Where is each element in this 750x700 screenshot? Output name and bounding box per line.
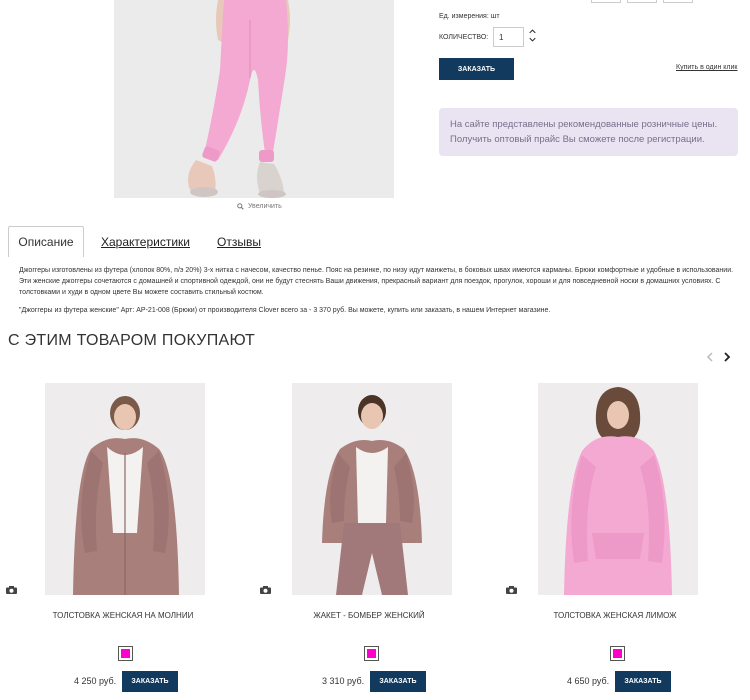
color-swatch[interactable] xyxy=(118,646,133,661)
description-text: Джоггеры изготовлены из футера (хлопок 8… xyxy=(19,267,734,296)
size-option[interactable] xyxy=(663,0,693,3)
size-option[interactable] xyxy=(591,0,621,3)
swatch-fill xyxy=(367,649,376,658)
product-card-name[interactable]: ТОЛСТОВКА ЖЕНСКАЯ ЛИМОЖ xyxy=(500,611,730,620)
product-card: ТОЛСТОВКА ЖЕНСКАЯ НА МОЛНИИ 4 250 руб. З… xyxy=(6,383,238,700)
product-card: ЖАКЕТ - БОМБЕР ЖЕНСКИЙ 3 310 руб. ЗАКАЗА… xyxy=(254,383,484,700)
product-card-price: 4 250 руб. xyxy=(74,676,117,686)
order-button[interactable]: ЗАКАЗАТЬ xyxy=(439,58,514,80)
product-photo-illustration xyxy=(114,0,394,198)
product-card: ТОЛСТОВКА ЖЕНСКАЯ ЛИМОЖ 4 650 руб. ЗАКАЗ… xyxy=(500,383,730,700)
product-card-name[interactable]: ЖАКЕТ - БОМБЕР ЖЕНСКИЙ xyxy=(254,611,484,620)
chevron-right-icon xyxy=(724,352,731,362)
card-photo-illustration xyxy=(45,383,205,595)
size-option[interactable] xyxy=(627,0,657,3)
camera-icon xyxy=(6,586,17,594)
card-photo-illustration xyxy=(292,383,452,595)
tab-characteristics[interactable]: Характеристики xyxy=(101,226,190,257)
carousel-next-button[interactable] xyxy=(723,352,731,362)
product-card-photo[interactable] xyxy=(538,383,698,595)
product-card-price: 4 650 руб. xyxy=(567,676,610,686)
product-tabs: Описание Характеристики Отзывы xyxy=(8,226,261,257)
unit-of-measure: Ед. измерения: шт xyxy=(439,13,500,20)
product-card-photo[interactable] xyxy=(45,383,205,595)
zoom-label: Увеличить xyxy=(248,203,282,210)
carousel-prev-button[interactable] xyxy=(706,352,714,362)
quantity-input[interactable]: 1 xyxy=(493,27,524,47)
camera-icon xyxy=(260,586,271,594)
price-notice: На сайте представлены рекомендованные ро… xyxy=(439,108,738,156)
magnifier-icon xyxy=(237,203,244,210)
product-card-name[interactable]: ТОЛСТОВКА ЖЕНСКАЯ НА МОЛНИИ xyxy=(8,611,238,620)
card-order-button[interactable]: ЗАКАЗАТЬ xyxy=(122,671,178,692)
color-swatch[interactable] xyxy=(610,646,625,661)
chevron-up-icon[interactable] xyxy=(529,29,536,34)
product-main-photo[interactable] xyxy=(114,0,394,198)
zoom-link[interactable]: Увеличить xyxy=(237,203,282,210)
unit-value: шт xyxy=(490,13,500,20)
chevron-down-icon[interactable] xyxy=(529,37,536,42)
unit-label: Ед. измерения: xyxy=(439,13,489,20)
product-card-price: 3 310 руб. xyxy=(322,676,365,686)
card-order-button[interactable]: ЗАКАЗАТЬ xyxy=(615,671,671,692)
size-options xyxy=(591,0,693,3)
card-photo-illustration xyxy=(538,383,698,595)
product-card-photo[interactable] xyxy=(292,383,452,595)
quantity-label: КОЛИЧЕСТВО: xyxy=(439,34,489,41)
notice-line: Получить оптовый прайс Вы сможете после … xyxy=(450,134,705,145)
camera-icon xyxy=(506,586,517,594)
card-order-button[interactable]: ЗАКАЗАТЬ xyxy=(370,671,426,692)
swatch-fill xyxy=(613,649,622,658)
chevron-left-icon xyxy=(706,352,713,362)
related-section-title: С ЭТИМ ТОВАРОМ ПОКУПАЮТ xyxy=(8,332,256,349)
swatch-fill xyxy=(121,649,130,658)
description-summary: "Джоггеры из футера женские" Арт: AP-21-… xyxy=(19,307,551,314)
buy-one-click-link[interactable]: Купить в один клик xyxy=(676,64,737,71)
tab-reviews[interactable]: Отзывы xyxy=(217,226,261,257)
notice-line: На сайте представлены рекомендованные ро… xyxy=(450,119,718,130)
tab-description[interactable]: Описание xyxy=(8,226,84,257)
quantity-stepper xyxy=(529,29,536,42)
color-swatch[interactable] xyxy=(364,646,379,661)
